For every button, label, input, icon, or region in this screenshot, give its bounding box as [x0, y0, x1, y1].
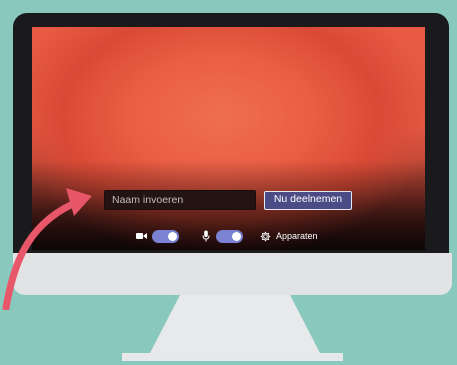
monitor-stand-base [122, 353, 343, 361]
microphone-toggle[interactable] [216, 229, 243, 243]
monitor-stand-neck [150, 295, 320, 353]
device-controls: Apparaten [136, 228, 318, 244]
gear-icon[interactable] [260, 231, 271, 242]
microphone-icon [202, 230, 210, 242]
video-toggle[interactable] [152, 229, 179, 243]
name-input[interactable] [104, 190, 256, 210]
video-camera-icon [136, 232, 147, 240]
pointer-arrow [2, 188, 92, 310]
devices-label[interactable]: Apparaten [276, 231, 318, 241]
join-now-button[interactable]: Nu deelnemen [264, 191, 352, 210]
